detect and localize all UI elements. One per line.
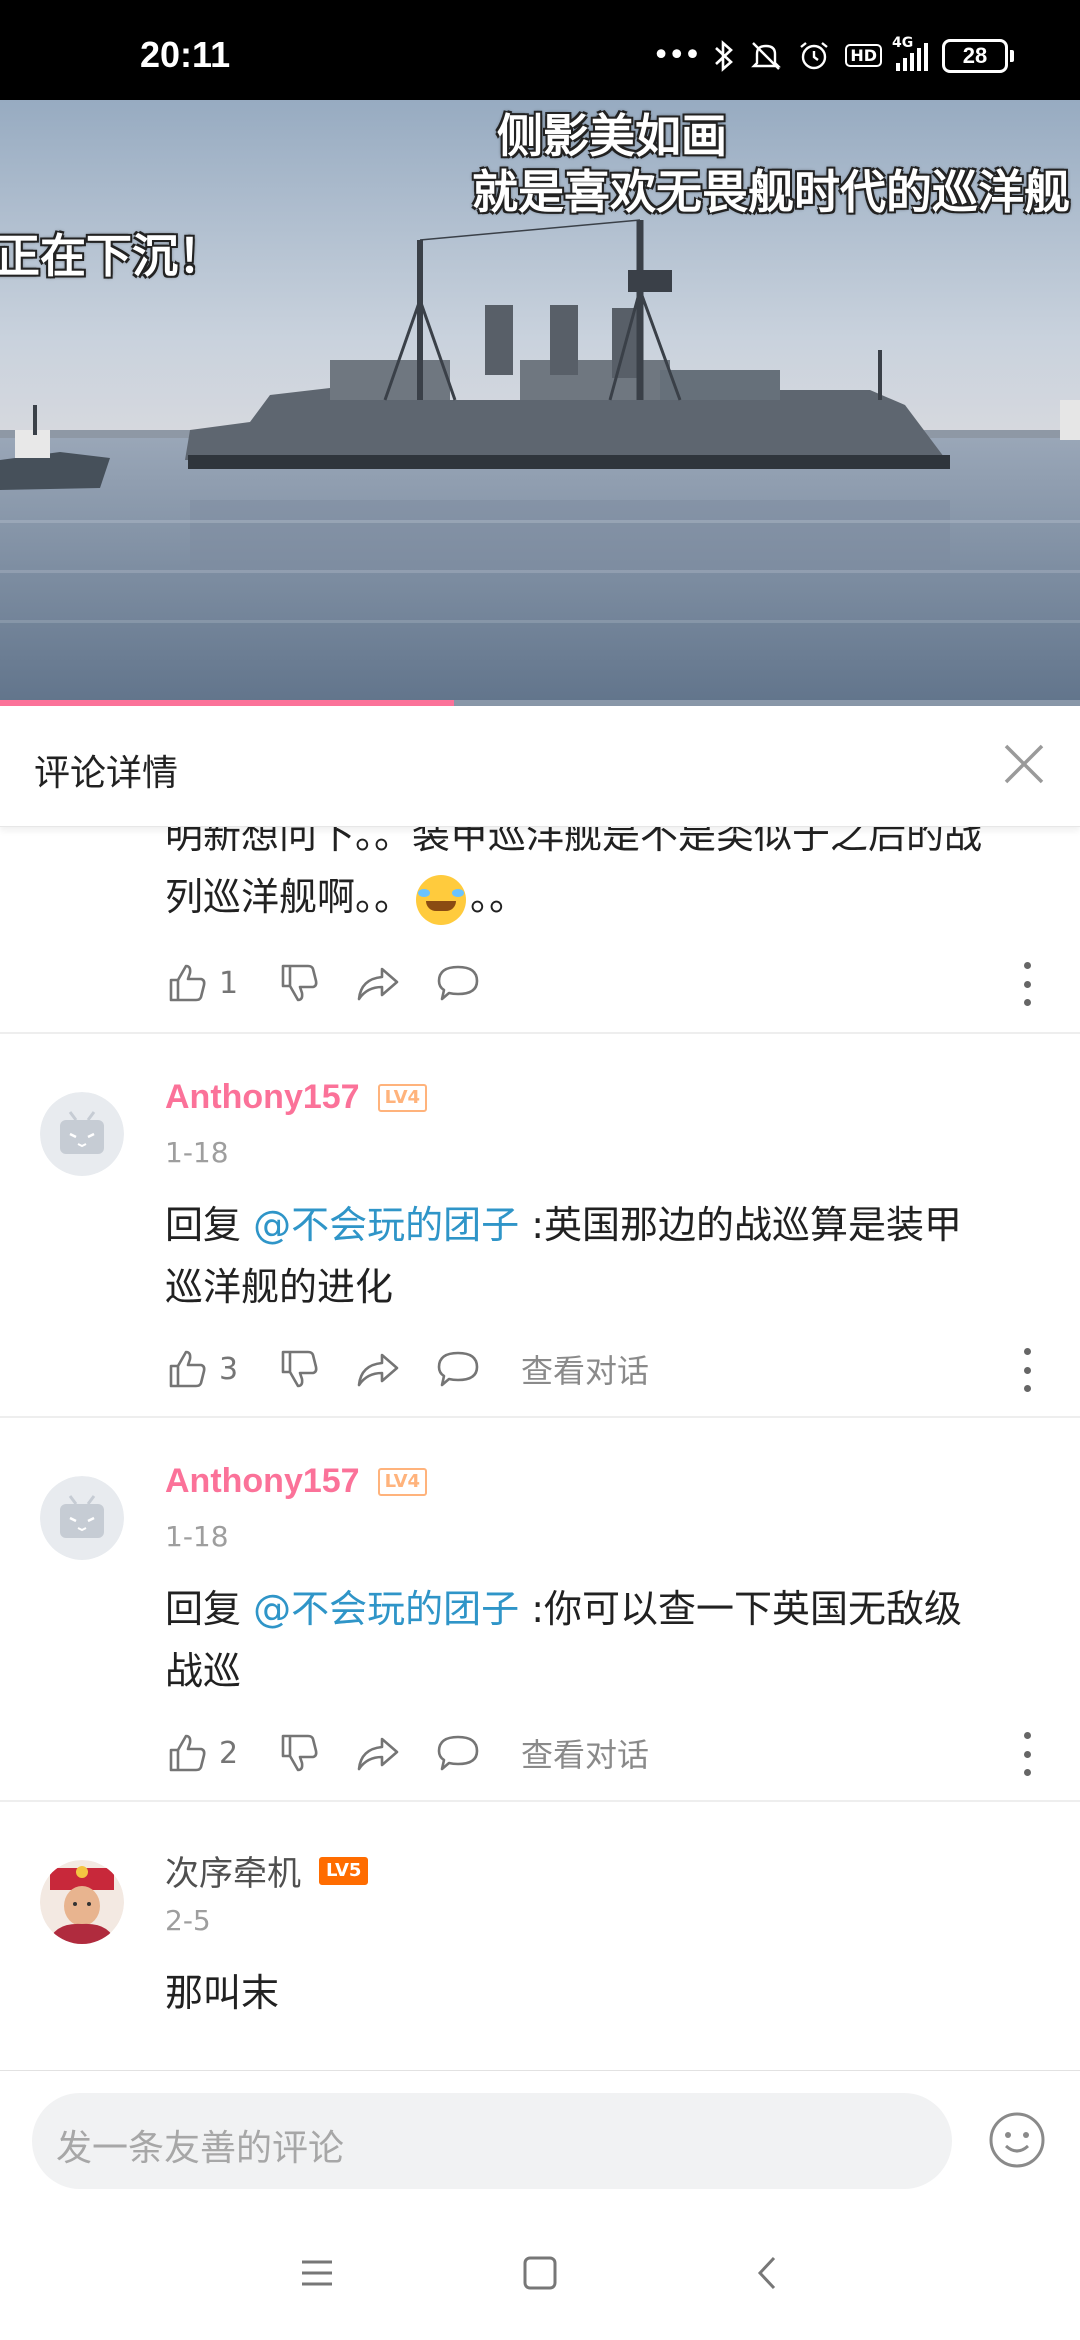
laugh-cry-emoji-icon xyxy=(416,874,467,925)
home-square-icon[interactable] xyxy=(517,2250,563,2296)
level-badge: LV4 xyxy=(377,1083,428,1112)
level-badge: LV4 xyxy=(377,1467,428,1496)
system-nav-bar xyxy=(0,2210,1080,2340)
comment-item: 次序牵机 LV5 2-5 那叫末 xyxy=(0,1802,1080,2070)
comment-item: Anthony157 LV4 1-18 回复 @不会玩的团子 :你可以查一下英国… xyxy=(0,1418,1080,1802)
comment-bubble-icon xyxy=(437,1351,479,1387)
status-icons: ••• HD 4G 28 xyxy=(652,35,1014,73)
menu-icon[interactable] xyxy=(294,2250,340,2296)
comment-input-bar: 发一条友善的评论 xyxy=(0,2070,1080,2211)
comment-bubble-icon xyxy=(437,1735,479,1771)
share-button[interactable] xyxy=(355,1347,401,1391)
like-count: 1 xyxy=(219,965,239,1001)
comment-input[interactable]: 发一条友善的评论 xyxy=(32,2093,952,2189)
signal-icon: 4G xyxy=(892,35,928,71)
battery-icon: 28 xyxy=(942,38,1014,73)
thumbs-up-icon xyxy=(169,964,206,1002)
dislike-button[interactable] xyxy=(277,1731,321,1775)
like-button[interactable]: 3 xyxy=(165,1347,243,1391)
username[interactable]: Anthony157 xyxy=(165,1462,360,1501)
comment-text: 那叫末 xyxy=(165,1971,280,2015)
mention-link[interactable]: @不会玩的团子 xyxy=(253,1203,519,1247)
share-arrow-icon xyxy=(357,1737,399,1771)
comment-detail-header: 评论详情 xyxy=(0,706,1080,827)
thumbs-up-icon xyxy=(169,1350,206,1388)
panel-title: 评论详情 xyxy=(34,753,179,794)
default-avatar-icon xyxy=(40,1476,124,1560)
close-icon[interactable] xyxy=(996,736,1052,792)
status-bar: 20:11 ••• HD 4G 28 xyxy=(0,0,1080,100)
alarm-icon xyxy=(800,41,829,69)
more-dots-icon: ••• xyxy=(652,38,701,73)
like-button[interactable]: 2 xyxy=(165,1731,243,1775)
like-count: 3 xyxy=(219,1351,239,1387)
back-icon[interactable] xyxy=(744,2250,790,2296)
share-button[interactable] xyxy=(355,961,401,1005)
danmaku-3: 正在下沉！ xyxy=(0,229,224,283)
level-badge: LV5 xyxy=(319,1856,369,1885)
comment-date: 2-5 xyxy=(165,1904,211,1937)
share-arrow-icon xyxy=(357,967,399,1001)
comment-text: 回复 @不会玩的团子 :你可以查一下英国无敌级 战巡 xyxy=(165,1587,962,1693)
comment-date: 1-18 xyxy=(165,1136,229,1169)
share-arrow-icon xyxy=(357,1353,399,1387)
user-line: Anthony157 LV4 xyxy=(165,1462,428,1501)
thumbs-down-icon xyxy=(281,1734,318,1772)
mention-link[interactable]: @不会玩的团子 xyxy=(253,1587,519,1631)
comment-text: 回复 @不会玩的团子 :英国那边的战巡算是装甲 巡洋舰的进化 xyxy=(165,1203,962,1309)
user-avatar[interactable] xyxy=(40,1860,124,1944)
comment-list[interactable]: 明新想问下。。装甲巡洋舰是不是类似于之后的战 列巡洋舰啊。。。。 1 Antho… xyxy=(0,826,1080,2070)
dislike-button[interactable] xyxy=(277,961,321,1005)
bluetooth-icon xyxy=(715,39,734,72)
share-button[interactable] xyxy=(355,1731,401,1775)
user-line: 次序牵机 LV5 xyxy=(165,1846,369,1895)
comment-bubble-icon xyxy=(437,965,479,1001)
view-conversation-link[interactable]: 查看对话 xyxy=(521,1346,649,1392)
comment-item: 明新想问下。。装甲巡洋舰是不是类似于之后的战 列巡洋舰啊。。。。 1 xyxy=(0,826,1080,1034)
comment-actions: 3 查看对话 xyxy=(165,1344,649,1394)
thumbs-up-icon xyxy=(169,1734,206,1772)
view-conversation-link[interactable]: 查看对话 xyxy=(521,1730,649,1776)
username[interactable]: 次序牵机 xyxy=(165,1846,301,1895)
comment-date: 1-18 xyxy=(165,1520,229,1553)
hd-icon: HD xyxy=(845,44,882,67)
reply-button[interactable] xyxy=(435,1731,481,1775)
user-line: Anthony157 LV4 xyxy=(165,1078,428,1117)
reply-button[interactable] xyxy=(435,1347,481,1391)
video-player[interactable]: 侧影美如画 就是喜欢无畏舰时代的巡洋舰 正在下沉！ xyxy=(0,100,1080,706)
emoji-icon[interactable] xyxy=(988,2111,1046,2169)
comment-actions: 2 查看对话 xyxy=(165,1728,649,1778)
reply-button[interactable] xyxy=(435,961,481,1005)
comment-item: Anthony157 LV4 1-18 回复 @不会玩的团子 :英国那边的战巡算… xyxy=(0,1034,1080,1418)
comment-actions: 1 xyxy=(165,958,515,1008)
username[interactable]: Anthony157 xyxy=(165,1078,360,1117)
danmaku-2: 就是喜欢无畏舰时代的巡洋舰 xyxy=(472,165,1070,219)
comment-text: 明新想问下。。装甲巡洋舰是不是类似于之后的战 列巡洋舰啊。。。。 xyxy=(165,826,1035,928)
mute-bell-icon xyxy=(751,41,782,70)
dislike-button[interactable] xyxy=(277,1347,321,1391)
default-avatar-icon xyxy=(40,1092,124,1176)
like-count: 2 xyxy=(219,1735,239,1771)
status-time: 20:11 xyxy=(140,34,231,75)
thumbs-down-icon xyxy=(281,964,318,1002)
like-button[interactable]: 1 xyxy=(165,961,243,1005)
thumbs-down-icon xyxy=(281,1350,318,1388)
more-options-icon[interactable] xyxy=(1022,1348,1032,1392)
more-options-icon[interactable] xyxy=(1022,1732,1032,1776)
comment-input-placeholder: 发一条友善的评论 xyxy=(56,2128,345,2169)
more-options-icon[interactable] xyxy=(1022,962,1032,1006)
